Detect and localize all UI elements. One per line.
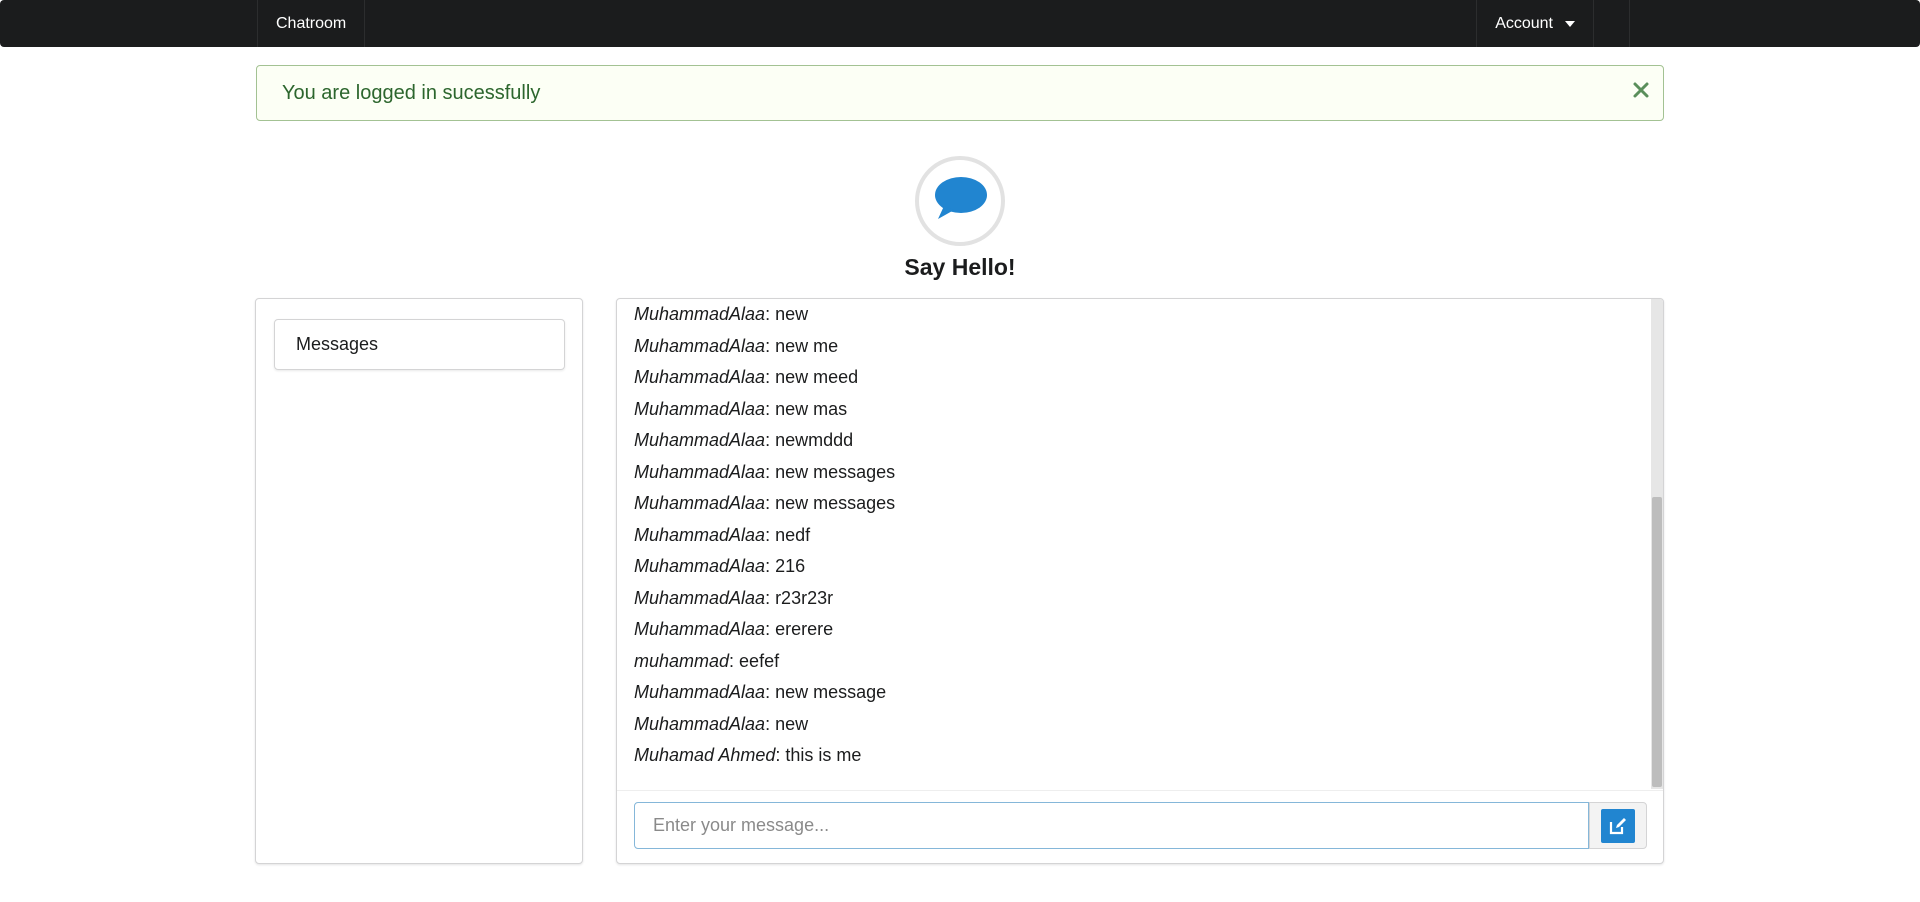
message-text: : new mas (765, 398, 848, 419)
navbar-item-empty[interactable] (1594, 0, 1630, 47)
message-author: MuhammadAlaa (634, 682, 766, 702)
message-author: MuhammadAlaa (634, 493, 766, 513)
message-item: muhammad: eefef (634, 646, 895, 678)
brand-link[interactable]: Chatroom (257, 0, 366, 47)
message-text: : new message (765, 682, 887, 702)
message-text: : 216 (765, 556, 806, 576)
success-alert: You are logged in sucessfully (256, 65, 1664, 121)
navbar-spacer (1630, 0, 1920, 47)
message-author: MuhammadAlaa (634, 304, 766, 324)
message-author: MuhammadAlaa (634, 587, 766, 608)
message-author: MuhammadAlaa (634, 461, 766, 482)
message-author: MuhammadAlaa (634, 524, 766, 545)
message-item: MuhammadAlaa: new (634, 709, 895, 741)
message-item: MuhammadAlaa: nedf (634, 520, 895, 552)
header-icon-circle (915, 156, 1005, 246)
page-title: Say Hello! (904, 254, 1016, 280)
caret-down-icon (1565, 20, 1575, 27)
message-text: : new (765, 304, 809, 324)
alert-message: You are logged in sucessfully (282, 81, 541, 104)
sidebar-item-messages[interactable]: Messages (274, 319, 565, 370)
message-text: : eefef (729, 650, 780, 671)
message-author: MuhammadAlaa (634, 367, 766, 387)
message-author: MuhammadAlaa (634, 713, 766, 734)
message-item: MuhammadAlaa: 216 (634, 551, 895, 583)
message-item: MuhammadAlaa: ererere (634, 614, 895, 646)
chat-panel: MuhammadAlaa: new MuhammadAlaa: new me Muh… (616, 298, 1664, 864)
message-author: MuhammadAlaa (634, 430, 766, 450)
message-item: MuhammadAlaa: new meed (634, 362, 895, 394)
message-item: MuhammadAlaa: new message (634, 677, 895, 709)
edit-icon (1601, 808, 1635, 843)
message-item: MuhammadAlaa: r23r23r (634, 583, 895, 615)
message-author: MuhammadAlaa (634, 398, 766, 419)
message-author: MuhammadAlaa (634, 619, 766, 639)
close-icon[interactable] (1631, 80, 1651, 100)
message-text: : new me (765, 335, 839, 356)
message-item: MuhammadAlaa: new me (634, 331, 895, 363)
top-navbar: Chatroom Account (0, 0, 1920, 47)
message-item: MuhammadAlaa: new mas (634, 394, 895, 426)
message-text: : this is me (775, 745, 862, 765)
message-text: : new messages (765, 461, 896, 482)
sidebar-panel: Messages (255, 298, 583, 864)
message-text: : ererere (765, 619, 834, 639)
message-item: MuhammadAlaa: new messages (634, 488, 895, 520)
message-text: : r23r23r (765, 587, 834, 608)
message-text: : new meed (765, 367, 859, 387)
message-text: : nedf (765, 524, 811, 545)
message-text: : new messages (765, 493, 896, 513)
message-text: : newmddd (765, 430, 854, 450)
scrollbar-track[interactable] (1651, 299, 1663, 789)
account-dropdown[interactable]: Account (1476, 0, 1594, 47)
scrollbar-thumb[interactable] (1652, 497, 1662, 787)
message-item: MuhammadAlaa: newmddd (634, 425, 895, 457)
message-item: Muhamad Ahmed: this is me (634, 740, 895, 772)
message-list: MuhammadAlaa: new MuhammadAlaa: new me Muh… (634, 299, 895, 772)
message-item: MuhammadAlaa: new (634, 299, 895, 331)
message-item: MuhammadAlaa: new messages (634, 457, 895, 489)
navbar-right: Account (1476, 0, 1920, 47)
message-author: MuhammadAlaa (634, 556, 766, 576)
messages-scroll-area[interactable]: MuhammadAlaa: new MuhammadAlaa: new me Muh… (617, 299, 1663, 789)
message-author: MuhammadAlaa (634, 335, 766, 356)
speech-bubble-icon (932, 176, 988, 227)
account-label: Account (1495, 14, 1553, 32)
message-text: : new (765, 713, 809, 734)
message-input[interactable] (634, 802, 1589, 849)
composer-divider (617, 790, 1663, 791)
message-author: muhammad (634, 650, 730, 671)
send-message-button[interactable] (1589, 802, 1647, 849)
message-author: Muhamad Ahmed (634, 745, 776, 765)
